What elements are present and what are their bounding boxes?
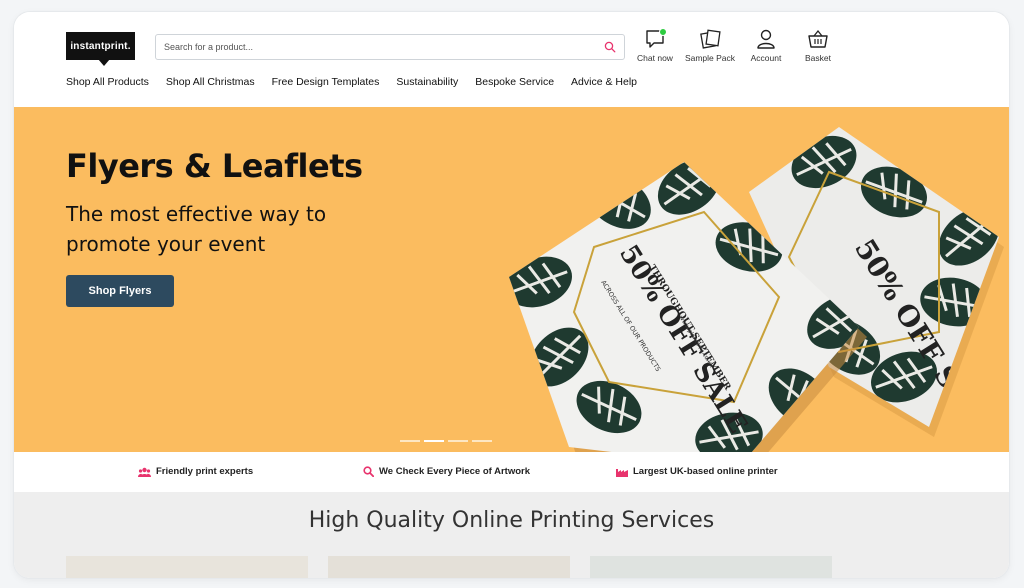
basket-button[interactable]: Basket — [798, 28, 838, 68]
services-section: High Quality Online Printing Services — [14, 492, 1009, 578]
carousel-dot[interactable] — [472, 440, 492, 442]
product-card[interactable] — [590, 556, 832, 578]
account-icon — [757, 29, 775, 49]
product-card[interactable] — [328, 556, 570, 578]
hero-subtitle: The most effective way to promote your e… — [66, 202, 327, 256]
sample-pack-button[interactable]: Sample Pack — [682, 28, 738, 68]
nav-shop-all-christmas[interactable]: Shop All Christmas — [166, 76, 255, 92]
nav-free-design-templates[interactable]: Free Design Templates — [272, 76, 380, 92]
product-card[interactable] — [66, 556, 308, 578]
trust-item-largest: Largest UK-based online printer — [616, 466, 778, 477]
flyers-image: 50% OFF SALE 50% OFF SALE ACROSS ALL OF … — [509, 127, 1004, 452]
hero-banner[interactable]: Flyers & Leaflets The most effective way… — [14, 107, 1009, 452]
carousel-dot-active[interactable] — [424, 440, 444, 442]
basket-icon — [808, 29, 828, 48]
trust-strip: Friendly print experts We Check Every Pi… — [14, 452, 1009, 492]
trust-item-experts: Friendly print experts — [138, 466, 253, 477]
search-icon[interactable] — [604, 41, 616, 53]
sample-pack-icon — [700, 29, 721, 49]
carousel-dot[interactable] — [400, 440, 420, 442]
people-icon — [138, 467, 151, 477]
trust-item-artwork: We Check Every Piece of Artwork — [363, 466, 530, 477]
shop-flyers-button[interactable]: Shop Flyers — [66, 275, 174, 307]
hero-title: Flyers & Leaflets — [66, 147, 363, 185]
magnifier-icon — [363, 466, 374, 477]
nav-advice-help[interactable]: Advice & Help — [571, 76, 637, 92]
logo[interactable]: instantprint. — [66, 32, 135, 60]
search-input[interactable] — [164, 35, 594, 59]
main-nav: Shop All Products Shop All Christmas Fre… — [66, 76, 654, 92]
online-status-dot — [659, 28, 667, 36]
search-bar — [155, 34, 625, 60]
account-button[interactable]: Account — [746, 28, 786, 68]
nav-shop-all-products[interactable]: Shop All Products — [66, 76, 149, 92]
carousel-indicators — [400, 440, 492, 442]
factory-icon — [616, 468, 628, 477]
section-title: High Quality Online Printing Services — [308, 508, 715, 533]
nav-bespoke-service[interactable]: Bespoke Service — [475, 76, 554, 92]
carousel-dot[interactable] — [448, 440, 468, 442]
nav-sustainability[interactable]: Sustainability — [396, 76, 458, 92]
browser-page: instantprint. Chat now Sample Pack — [14, 12, 1009, 578]
logo-notch — [98, 59, 110, 66]
chat-now-button[interactable]: Chat now — [632, 28, 678, 68]
site-header: instantprint. Chat now Sample Pack — [14, 12, 1009, 107]
